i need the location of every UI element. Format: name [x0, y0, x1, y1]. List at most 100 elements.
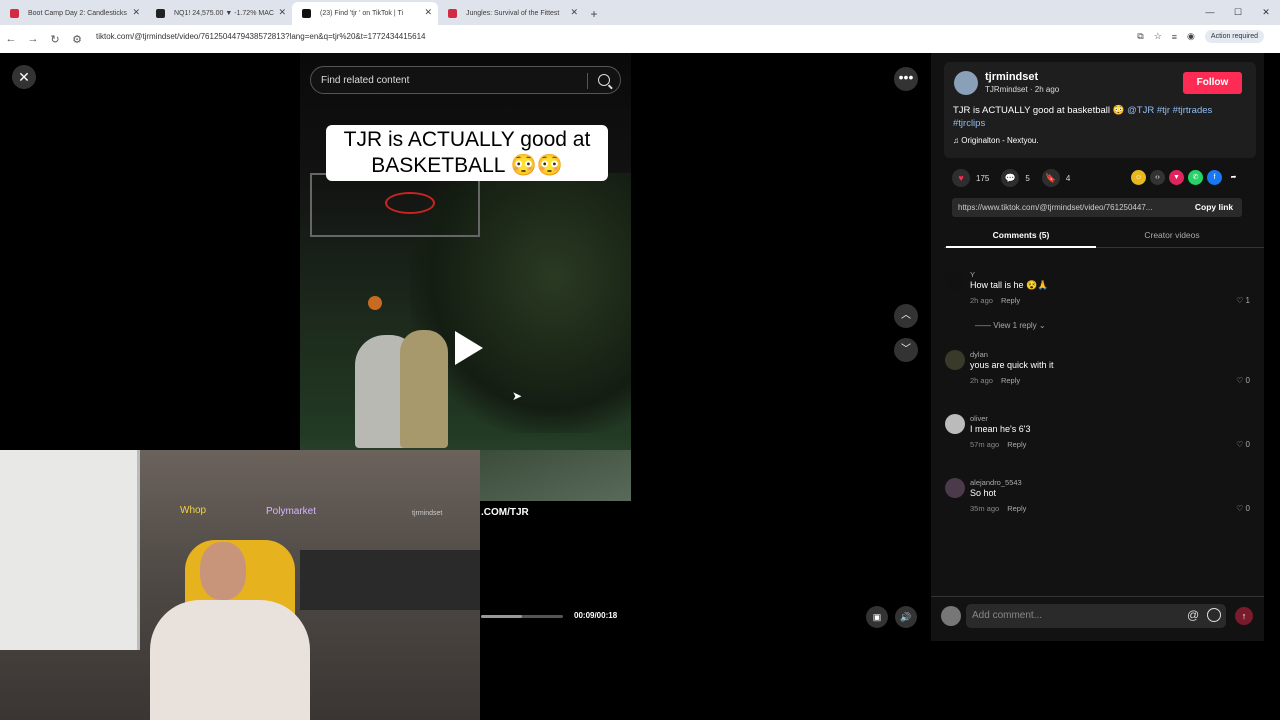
comment-item: dylan yous are quick with it 2h ago Reply… — [945, 350, 1250, 390]
tradingview-icon — [156, 9, 165, 18]
commenter-name[interactable]: oliver — [970, 414, 988, 423]
tab-comments[interactable]: Comments (5) — [946, 230, 1096, 248]
site-info-icon[interactable]: ⚙ — [66, 33, 88, 46]
comment-meta: 2h ago Reply — [970, 376, 1020, 385]
engagement-stats: ♥ 175 💬 5 🔖 4 — [952, 169, 1082, 187]
creator-avatar[interactable] — [954, 71, 978, 95]
send-comment-icon[interactable]: ↑ — [1235, 607, 1253, 625]
embed-icon[interactable]: ‹› — [1150, 170, 1165, 185]
new-tab-button[interactable]: + — [584, 2, 604, 25]
commenter-avatar[interactable] — [945, 350, 965, 370]
whatsapp-icon[interactable]: ✆ — [1188, 170, 1203, 185]
close-tab-icon[interactable]: ✕ — [278, 7, 286, 18]
commenter-name[interactable]: dylan — [970, 350, 988, 359]
scrollbar — [1264, 53, 1280, 720]
mention-icon[interactable]: @ — [1187, 608, 1199, 622]
browser-tab[interactable]: Jungles: Survival of the Fittest ✕ — [438, 2, 584, 25]
reply-button[interactable]: Reply — [1007, 440, 1026, 449]
bookmark-star-icon[interactable]: ☆ — [1154, 31, 1162, 42]
reload-icon[interactable]: ↻ — [44, 33, 66, 46]
close-tab-icon[interactable]: ✕ — [424, 7, 432, 18]
browser-tab[interactable]: NQ1! 24,575.00 ▼ -1.72% MAC ✕ — [146, 2, 292, 25]
comment-likes[interactable]: ♡ 0 — [1236, 376, 1250, 385]
pip-icon[interactable]: ▣ — [866, 606, 888, 628]
commenter-name[interactable]: Y — [970, 270, 975, 279]
view-replies-button[interactable]: —— View 1 reply ⌄ — [975, 321, 1046, 330]
browser-tab[interactable]: Boot Camp Day 2: Candlesticks ✕ — [0, 2, 146, 25]
volume-icon[interactable]: 🔊 — [895, 606, 917, 628]
comment-text: I mean he's 6'3 — [970, 424, 1031, 434]
tab-title: (23) Find 'tjr ' on TikTok | Ti — [320, 10, 404, 17]
heart-icon[interactable]: ♥ — [952, 169, 970, 187]
close-window-icon[interactable]: ✕ — [1252, 0, 1280, 25]
music-label[interactable]: ♫ Originalton - Nextyou. — [953, 136, 1039, 145]
neon-sign: Polymarket — [266, 506, 317, 517]
comment-text: So hot — [970, 488, 997, 498]
neon-sign: tjrmindset — [412, 510, 443, 517]
back-icon[interactable]: ← — [0, 33, 22, 45]
comment-text: How tall is he 😵🙏 — [970, 280, 1049, 290]
browser-tab-active[interactable]: (23) Find 'tjr ' on TikTok | Ti ✕ — [292, 2, 438, 25]
previous-video-icon[interactable]: ︿ — [894, 304, 918, 328]
comment-icon[interactable]: 💬 — [1001, 169, 1020, 187]
like-count: 0 — [1245, 504, 1250, 513]
copy-link-button[interactable]: Copy link — [1186, 198, 1242, 217]
basketball — [368, 296, 382, 310]
comment-likes[interactable]: ♡ 0 — [1236, 504, 1250, 513]
maximize-icon[interactable]: ☐ — [1224, 0, 1252, 25]
creator-username[interactable]: tjrmindset — [985, 71, 1038, 83]
follow-button[interactable]: Follow — [1183, 72, 1242, 94]
comment-time: 2h ago — [970, 376, 993, 385]
forward-icon[interactable]: → — [22, 33, 44, 45]
close-tab-icon[interactable]: ✕ — [570, 7, 578, 18]
search-input[interactable]: Find related content — [310, 66, 621, 94]
commenter-avatar[interactable] — [945, 414, 965, 434]
progress-fill — [481, 615, 522, 618]
comment-likes[interactable]: ♡ 1 — [1236, 296, 1250, 305]
tab-creator-videos[interactable]: Creator videos — [1097, 230, 1247, 240]
send-icon[interactable]: ▼ — [1169, 170, 1184, 185]
comment-count: 5 — [1025, 173, 1030, 183]
reply-button[interactable]: Reply — [1001, 376, 1020, 385]
mouse-cursor-icon: ➤ — [512, 389, 523, 403]
tiktok-icon — [302, 9, 311, 18]
youtube-icon — [448, 9, 457, 18]
share-arrow-icon[interactable]: ➦ — [1226, 170, 1241, 185]
reply-button[interactable]: Reply — [1001, 296, 1020, 305]
minimize-icon[interactable]: — — [1196, 0, 1224, 25]
close-icon[interactable]: ✕ — [12, 65, 36, 89]
grass — [480, 450, 631, 501]
action-required-button[interactable]: Action required — [1204, 30, 1264, 43]
save-count: 4 — [1065, 173, 1071, 183]
webcam-overlay: Whop Polymarket tjrmindset — [0, 450, 480, 720]
streamer-body — [150, 600, 310, 720]
play-icon[interactable] — [455, 331, 483, 365]
video-overlay-text: .COM/TJR — [481, 507, 529, 518]
video-caption: TJR is ACTUALLY good at BASKETBALL 😳😳 — [326, 125, 608, 181]
comment-time: 35m ago — [970, 504, 1000, 513]
bookmark-icon[interactable]: 🔖 — [1041, 169, 1060, 187]
profile-icon[interactable]: ◉ — [1187, 31, 1195, 42]
time-display: 00:09/00:18 — [574, 611, 618, 620]
friends-share-icon[interactable]: ☺ — [1131, 170, 1146, 185]
post-description: TJR is ACTUALLY good at basketball 😳 @TJ… — [953, 104, 1243, 130]
media-icon[interactable]: ≡ — [1172, 32, 1177, 42]
url-field[interactable]: tiktok.com/@tjrmindset/video/76125044794… — [96, 32, 425, 41]
my-avatar — [941, 606, 961, 626]
next-video-icon[interactable]: ﹀ — [894, 338, 918, 362]
comment-item: oliver I mean he's 6'3 57m ago Reply ♡ 0 — [945, 414, 1250, 454]
video-player[interactable] — [300, 53, 631, 501]
commenter-avatar[interactable] — [945, 270, 965, 290]
commenter-name[interactable]: alejandro_5543 — [970, 478, 1022, 487]
tab-bar: Boot Camp Day 2: Candlesticks ✕ NQ1! 24,5… — [0, 0, 1280, 25]
progress-bar[interactable] — [481, 615, 563, 618]
more-options-icon[interactable]: ••• — [894, 67, 918, 91]
close-tab-icon[interactable]: ✕ — [132, 7, 140, 18]
reply-button[interactable]: Reply — [1007, 504, 1026, 513]
commenter-avatar[interactable] — [945, 478, 965, 498]
facebook-icon[interactable]: f — [1207, 170, 1222, 185]
emoji-icon[interactable] — [1207, 608, 1221, 622]
comment-likes[interactable]: ♡ 0 — [1236, 440, 1250, 449]
search-icon[interactable] — [598, 74, 610, 86]
install-icon[interactable]: ⧉ — [1137, 31, 1143, 42]
